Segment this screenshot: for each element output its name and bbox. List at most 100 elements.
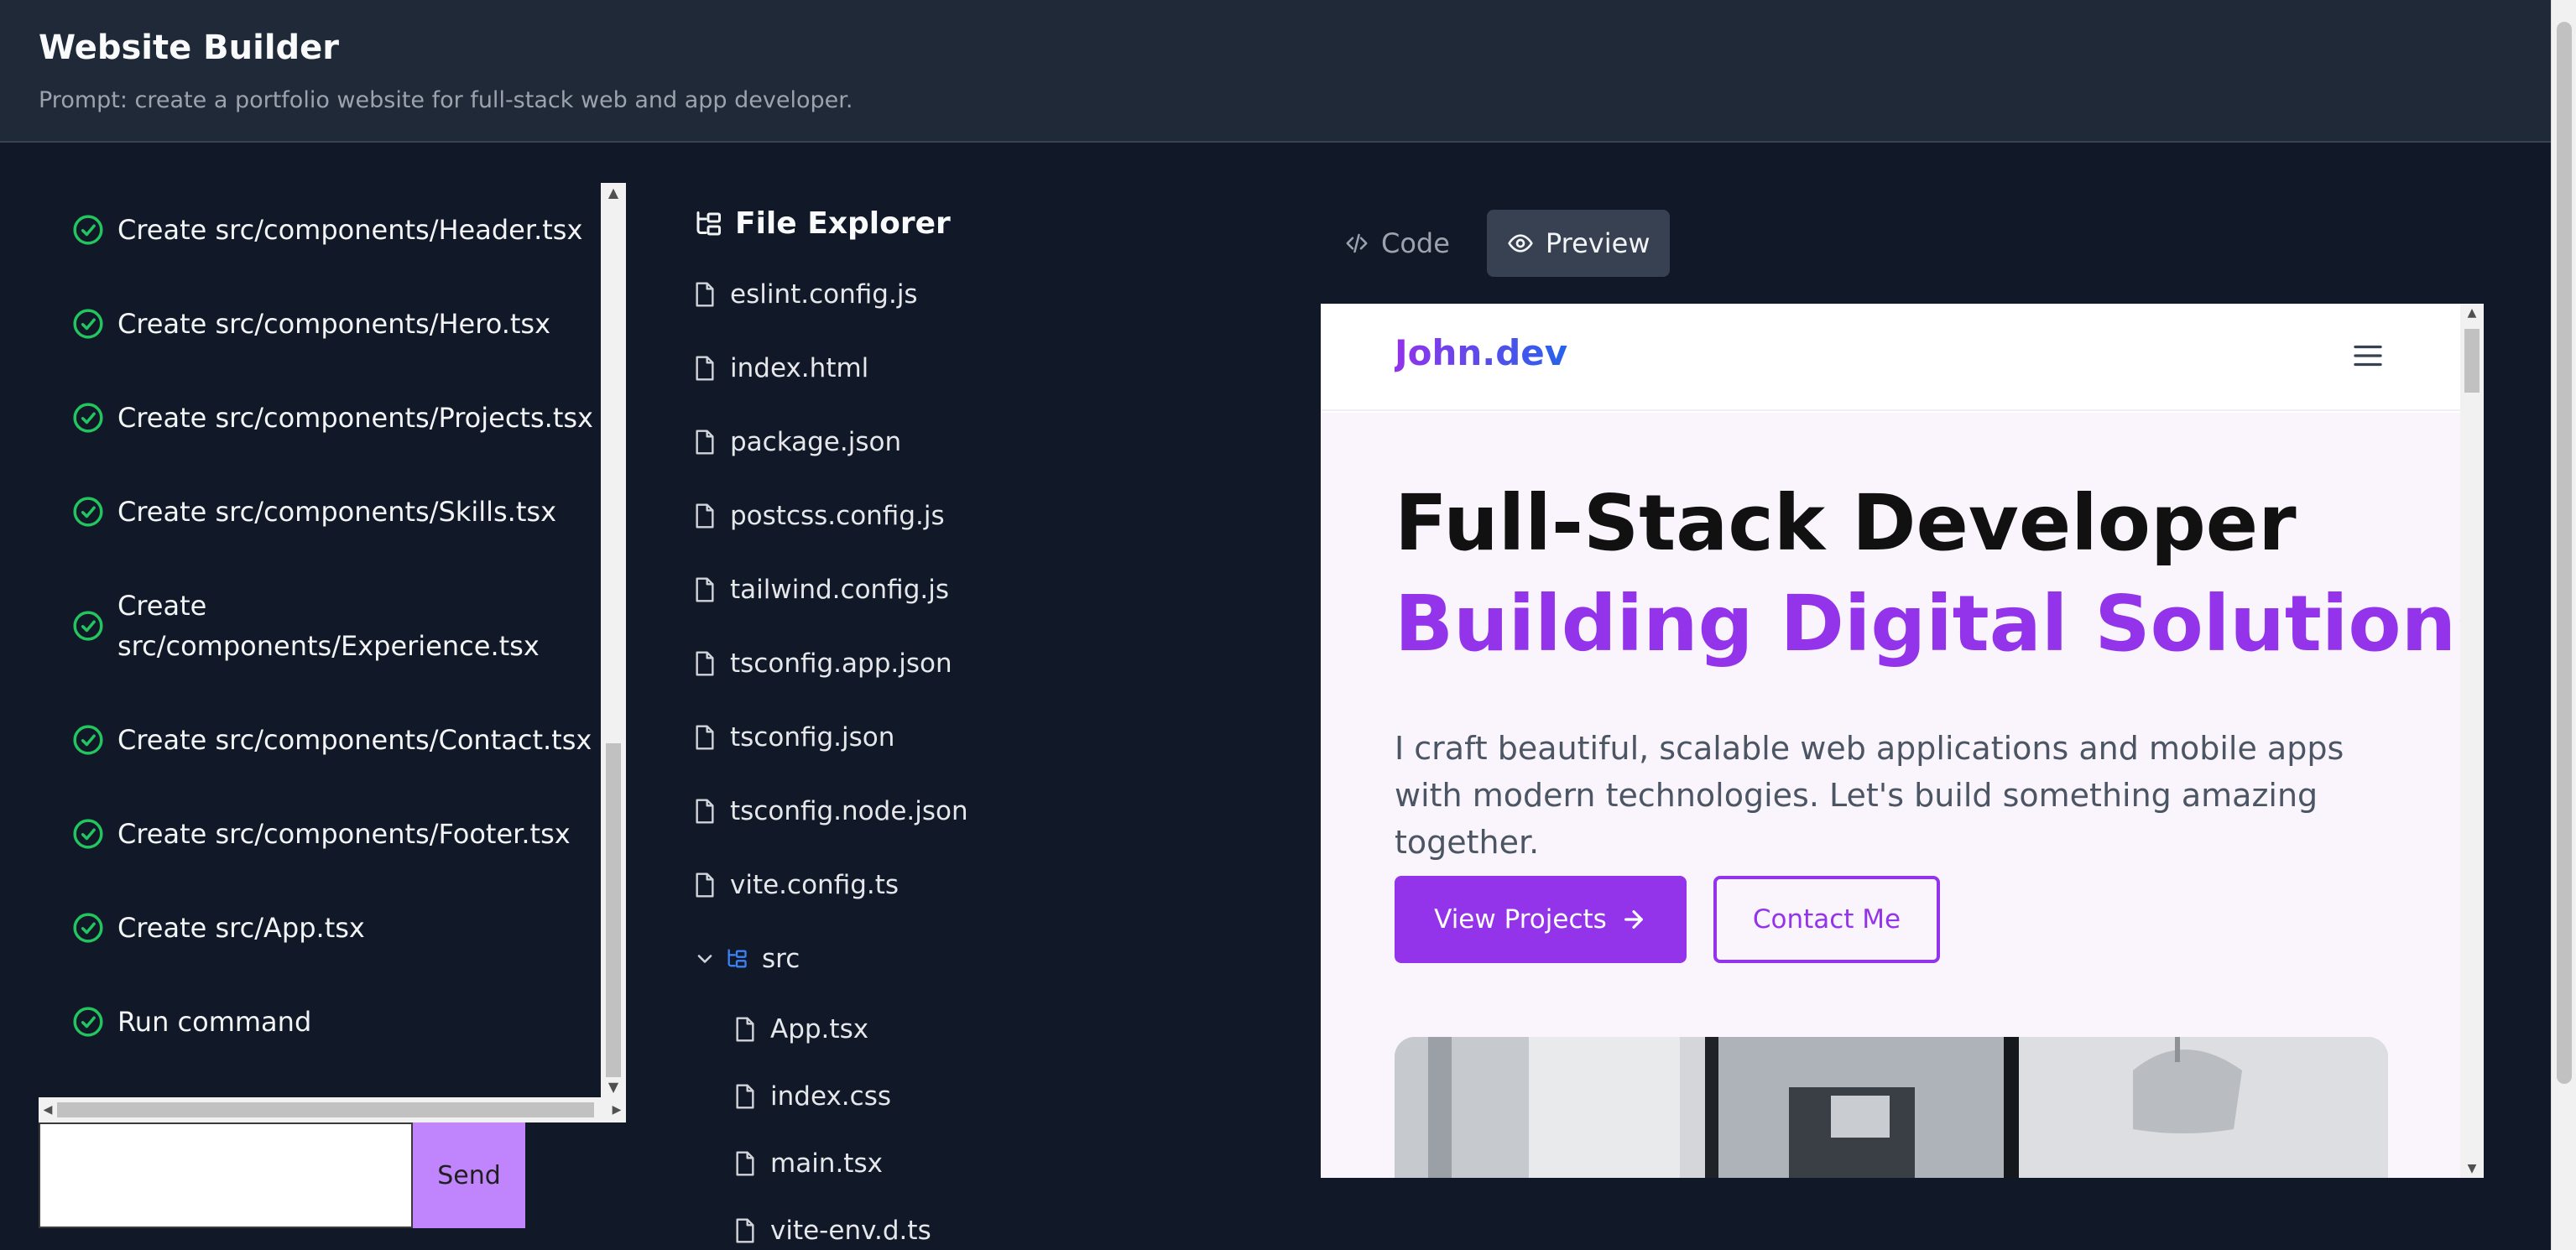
hero-workspace-image — [1395, 1037, 2388, 1178]
check-circle-icon — [73, 611, 103, 641]
tab-code[interactable]: Code — [1324, 210, 1470, 277]
chevron-down-icon[interactable] — [693, 947, 717, 971]
file-name: main.tsx — [770, 1148, 883, 1179]
explorer-title: File Explorer — [735, 206, 951, 241]
page-scroll-thumb[interactable] — [2557, 22, 2572, 1084]
check-circle-icon — [73, 1007, 103, 1037]
chat-input[interactable] — [39, 1122, 413, 1228]
preview-scroll-down-icon[interactable]: ▼ — [2460, 1159, 2484, 1178]
steps-scroll-thumb[interactable] — [606, 743, 621, 1077]
preview-hero: Full-Stack Developer Building Digital So… — [1321, 413, 2484, 1178]
file-item[interactable]: eslint.config.js — [693, 258, 1247, 331]
step-label: Create src/components/Skills.tsx — [117, 496, 556, 528]
file-icon — [696, 577, 714, 602]
scroll-down-arrow-icon[interactable]: ▼ — [601, 1077, 626, 1097]
app-header: Website Builder Prompt: create a portfol… — [0, 0, 2551, 143]
page-scrollbar[interactable] — [2551, 0, 2576, 1250]
file-icon — [736, 1084, 754, 1109]
hamburger-menu-icon[interactable] — [2353, 342, 2383, 369]
file-icon — [696, 651, 714, 676]
folder-item-src[interactable]: src — [693, 922, 1247, 996]
step-item: Run command — [72, 975, 601, 1069]
send-button[interactable]: Send — [413, 1122, 525, 1228]
tab-label: Code — [1381, 227, 1450, 259]
check-circle-icon — [73, 403, 103, 433]
step-label: Create src/components/Experience.tsx — [117, 590, 540, 662]
file-item[interactable]: tsconfig.node.json — [693, 774, 1247, 848]
file-item[interactable]: main.tsx — [693, 1130, 1247, 1197]
file-item[interactable]: package.json — [693, 405, 1247, 479]
step-item: Create src/components/Footer.tsx — [72, 787, 601, 881]
code-icon — [1346, 233, 1368, 253]
file-item[interactable]: tsconfig.json — [693, 701, 1247, 774]
file-item[interactable]: vite.config.ts — [693, 848, 1247, 922]
step-item: Create src/components/Skills.tsx — [72, 465, 601, 559]
file-icon — [736, 1218, 754, 1243]
file-name: package.json — [730, 427, 902, 457]
file-icon — [696, 282, 714, 307]
file-list: eslint.config.js index.html package.json po… — [693, 258, 1247, 1250]
file-item[interactable]: tsconfig.app.json — [693, 627, 1247, 701]
steps-horizontal-scrollbar[interactable]: ◀ ▶ — [39, 1097, 626, 1122]
preview-logo[interactable]: John.dev — [1395, 332, 1567, 373]
check-circle-icon — [73, 309, 103, 339]
file-icon — [696, 430, 714, 455]
file-icon — [696, 872, 714, 898]
scroll-left-arrow-icon[interactable]: ◀ — [39, 1097, 57, 1122]
step-item: Create src/components/Hero.tsx — [72, 277, 601, 371]
step-label: Create src/components/Projects.tsx — [117, 402, 593, 434]
file-name: tailwind.config.js — [730, 575, 950, 605]
prompt-text: Prompt: create a portfolio website for f… — [39, 87, 853, 113]
file-item[interactable]: vite-env.d.ts — [693, 1197, 1247, 1250]
contact-me-button[interactable]: Contact Me — [1713, 876, 1940, 963]
workspace-photo — [1395, 1037, 2388, 1178]
file-name: eslint.config.js — [730, 279, 918, 310]
preview-scroll-thumb[interactable] — [2464, 329, 2480, 393]
check-circle-icon — [73, 913, 103, 943]
step-item: Create src/components/Header.tsx — [72, 183, 601, 277]
eye-icon — [1508, 234, 1533, 253]
file-item[interactable]: index.html — [693, 331, 1247, 405]
arrow-right-icon — [1624, 910, 1643, 929]
steps-hscroll-thumb[interactable] — [57, 1102, 594, 1117]
file-item[interactable]: App.tsx — [693, 996, 1247, 1063]
check-circle-icon — [73, 215, 103, 245]
scroll-right-arrow-icon[interactable]: ▶ — [607, 1097, 626, 1122]
check-circle-icon — [73, 725, 103, 755]
contact-me-label: Contact Me — [1752, 904, 1901, 935]
file-item[interactable]: index.css — [693, 1063, 1247, 1130]
steps-vertical-scrollbar[interactable]: ▲ ▼ — [601, 183, 626, 1097]
file-name: postcss.config.js — [730, 501, 945, 531]
scroll-up-arrow-icon[interactable]: ▲ — [601, 183, 626, 203]
step-label: Create src/App.tsx — [117, 912, 365, 944]
file-icon — [696, 356, 714, 381]
file-icon — [696, 503, 714, 529]
file-icon — [736, 1017, 754, 1042]
hero-headline-line1: Full-Stack Developer — [1395, 478, 2297, 568]
folder-tree-icon — [696, 211, 721, 235]
file-name: tsconfig.json — [730, 722, 895, 753]
file-icon — [736, 1151, 754, 1176]
step-label: Create src/components/Contact.tsx — [117, 724, 592, 756]
file-name: App.tsx — [770, 1014, 869, 1044]
view-tabs: Code Preview — [1324, 210, 1671, 277]
file-name: vite-env.d.ts — [770, 1216, 931, 1246]
explorer-header: File Explorer — [693, 206, 1247, 241]
hero-description: I craft beautiful, scalable web applicat… — [1395, 730, 2344, 861]
tab-preview[interactable]: Preview — [1486, 210, 1671, 277]
preview-scroll-up-icon[interactable]: ▲ — [2460, 304, 2484, 322]
step-item: Create src/components/Experience.tsx — [72, 559, 601, 693]
steps-list: Create src/components/Header.tsx Create s… — [39, 183, 601, 1097]
file-item[interactable]: postcss.config.js — [693, 479, 1247, 553]
steps-panel: Create src/components/Header.tsx Create s… — [39, 183, 626, 1122]
file-name: index.html — [730, 353, 869, 383]
check-circle-icon — [73, 497, 103, 527]
preview-scrollbar[interactable]: ▲ ▼ — [2460, 304, 2484, 1178]
preview-navbar: John.dev — [1321, 304, 2460, 411]
file-name: index.css — [770, 1081, 892, 1112]
view-projects-label: View Projects — [1434, 904, 1607, 935]
hero-headline-line2: Building Digital Solutions — [1395, 579, 2484, 669]
folder-name: src — [762, 944, 800, 974]
file-item[interactable]: tailwind.config.js — [693, 553, 1247, 627]
view-projects-button[interactable]: View Projects — [1395, 876, 1687, 963]
